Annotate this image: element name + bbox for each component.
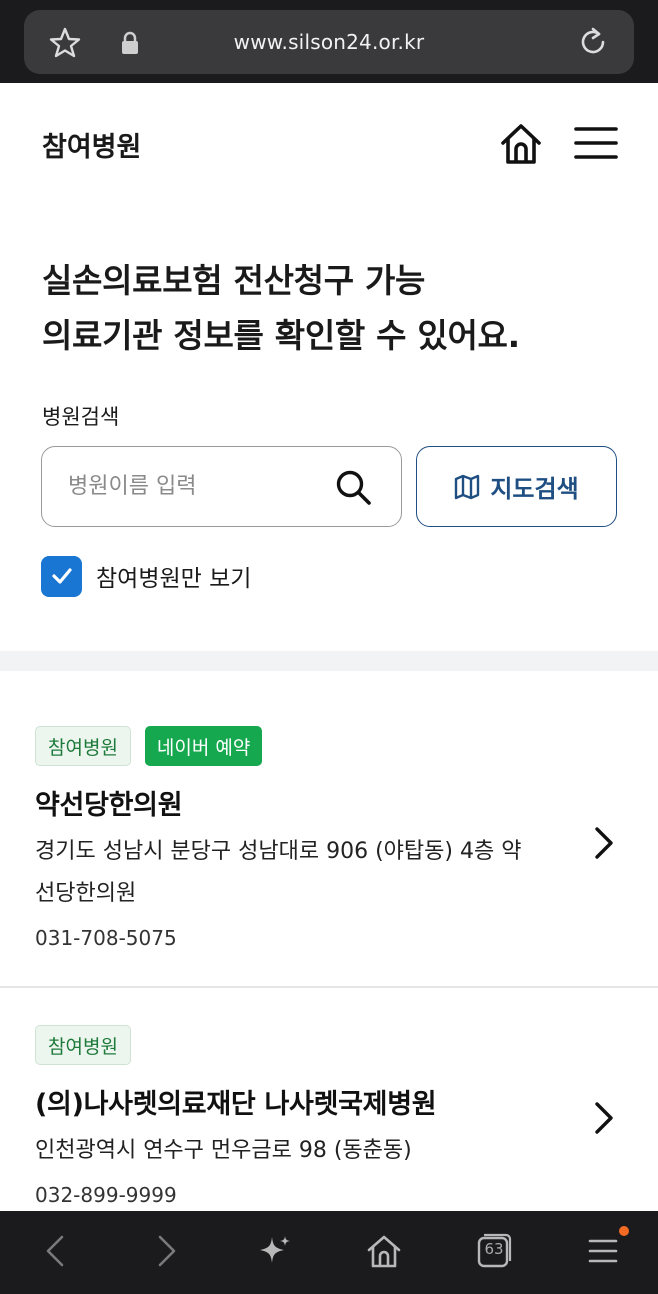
search-label: 병원검색: [42, 405, 120, 429]
hospital-address: 경기도 성남시 분당구 성남대로 906 (야탑동) 4층 약 선당한의원: [35, 831, 580, 915]
headline: 실손의료보험 전산청구 가능 의료기관 정보를 확인할 수 있어요.: [42, 253, 520, 363]
chevron-right-icon[interactable]: [592, 825, 616, 861]
tab-count: 63: [484, 1240, 504, 1258]
search-icon[interactable]: [333, 467, 373, 507]
participating-badge: 참여병원: [35, 1025, 131, 1065]
address-line-1: 인천광역시 연수구 먼우금로 98 (동춘동): [35, 1138, 412, 1163]
url-text[interactable]: www.silson24.or.kr: [24, 30, 634, 54]
back-arrow-icon[interactable]: [36, 1231, 76, 1271]
search-box[interactable]: [41, 446, 402, 527]
hospital-name: 약선당한의원: [35, 790, 183, 821]
map-search-label: 지도검색: [490, 475, 579, 503]
address-bar[interactable]: www.silson24.or.kr: [24, 10, 634, 74]
address-line-2: 선당한의원: [35, 881, 137, 906]
hospital-list-item[interactable]: 참여병원 (의)나사렛의료재단 나사렛국제병원 인천광역시 연수구 먼우금로 9…: [0, 990, 658, 1211]
participating-only-filter[interactable]: 참여병원만 보기: [41, 555, 251, 597]
home-icon[interactable]: [364, 1231, 404, 1271]
participating-only-checkbox[interactable]: [41, 555, 82, 597]
sparkle-icon[interactable]: [254, 1231, 294, 1271]
map-icon: [455, 474, 480, 499]
badge-group: 참여병원: [35, 1025, 131, 1065]
page-title: 참여병원: [42, 132, 142, 163]
hospital-phone: 031-708-5075: [35, 926, 177, 950]
forward-arrow-icon[interactable]: [146, 1231, 186, 1271]
map-search-button[interactable]: 지도검색: [416, 446, 617, 527]
hospital-search-input[interactable]: [68, 469, 318, 503]
badge-group: 참여병원 네이버 예약: [35, 726, 263, 766]
reload-icon[interactable]: [576, 25, 610, 59]
page-header: 참여병원: [0, 83, 658, 203]
phone-screen: www.silson24.or.kr 참여병원 실손의료보험 전산청구 가능 의…: [0, 0, 658, 1294]
chevron-right-icon[interactable]: [592, 1100, 616, 1136]
browser-bottom-bar: 63: [0, 1211, 658, 1294]
naver-reservation-badge: 네이버 예약: [144, 726, 263, 766]
address-line-1: 경기도 성남시 분당구 성남대로 906 (야탑동) 4층 약: [35, 839, 522, 864]
home-icon[interactable]: [498, 121, 544, 167]
hospital-phone: 032-899-9999: [35, 1183, 177, 1207]
menu-icon[interactable]: [583, 1231, 623, 1271]
browser-top-bar: www.silson24.or.kr: [0, 0, 658, 83]
notification-dot: [619, 1226, 629, 1236]
section-divider: [0, 651, 658, 671]
checkbox-label: 참여병원만 보기: [96, 566, 252, 592]
hospital-name: (의)나사렛의료재단 나사렛국제병원: [35, 1089, 437, 1120]
web-page: 참여병원 실손의료보험 전산청구 가능 의료기관 정보를 확인할 수 있어요. …: [0, 83, 658, 1211]
hospital-address: 인천광역시 연수구 먼우금로 98 (동춘동): [35, 1130, 580, 1172]
participating-badge: 참여병원: [35, 726, 131, 766]
hospital-list-item[interactable]: 참여병원 네이버 예약 약선당한의원 경기도 성남시 분당구 성남대로 906 …: [0, 671, 658, 988]
checkmark-icon: [51, 568, 72, 584]
tabs-button[interactable]: 63: [474, 1231, 514, 1271]
headline-line-1: 실손의료보험 전산청구 가능: [42, 261, 426, 300]
hamburger-menu-icon[interactable]: [574, 125, 618, 161]
headline-line-2: 의료기관 정보를 확인할 수 있어요.: [42, 316, 520, 355]
